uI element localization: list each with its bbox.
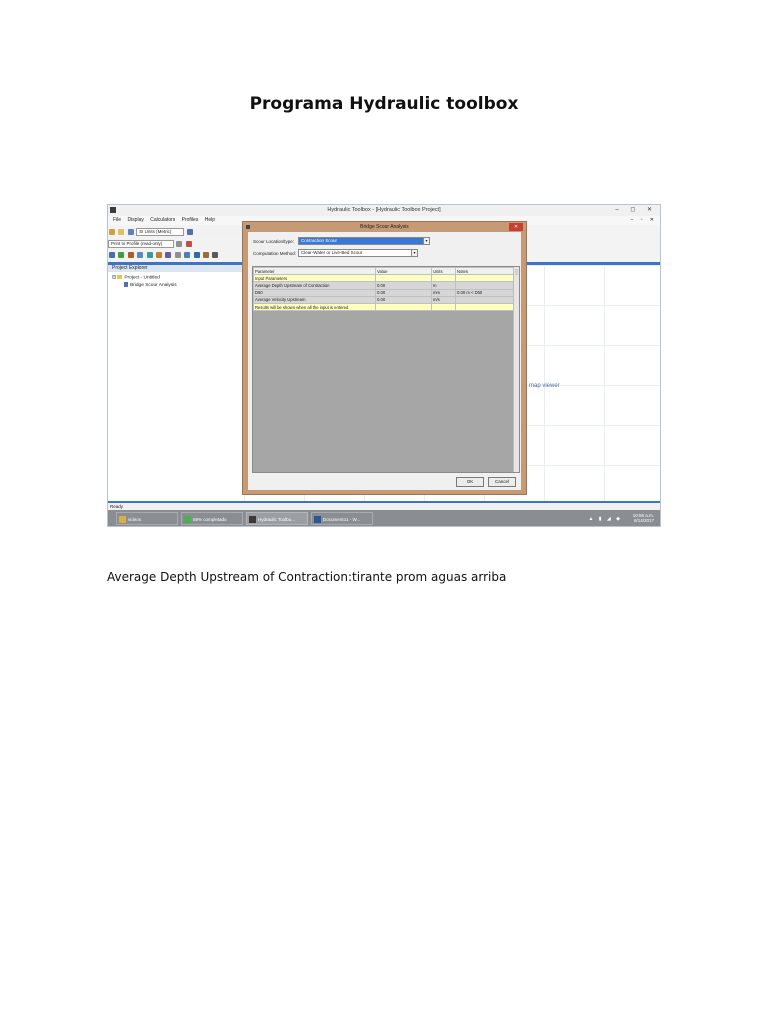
taskbar-videos[interactable]: videos (116, 512, 178, 525)
computation-method-select[interactable]: Clear-Water or Live-Bed Scour ▾ (298, 249, 418, 257)
toolbar-3 (108, 250, 244, 260)
tree-project[interactable]: ⊟ Project - Untitled (112, 275, 160, 280)
scour-location-select[interactable]: Contraction Scour ▾ (298, 237, 430, 245)
section-label: Input Parameters (253, 274, 376, 283)
toolbar-2: Print to Profile (read-only) (108, 239, 244, 249)
param-value-input[interactable]: 0.00 (375, 281, 432, 290)
download-icon (184, 516, 191, 523)
col-notes[interactable]: Notes (455, 266, 519, 276)
weir-icon[interactable] (127, 252, 134, 258)
param-name: Average Velocity Upstream (253, 295, 376, 304)
riprap-icon[interactable] (155, 252, 162, 258)
col-value[interactable]: Value (375, 266, 432, 276)
dialog-body: Scour Location/type: Contraction Scour ▾… (248, 232, 521, 490)
table-row: Average Velocity Upstream 0.00 m/s (253, 295, 519, 304)
chevron-down-icon[interactable]: ▾ (423, 238, 429, 244)
profile-icon[interactable] (185, 241, 192, 247)
curb-icon[interactable] (174, 252, 181, 258)
table-header: Parameter Value Units Notes (253, 266, 519, 276)
page-title: Programa Hydraulic toolbox (249, 94, 519, 114)
param-notes (455, 281, 519, 290)
cancel-button[interactable]: Cancel (488, 477, 516, 487)
results-note: Results will be shown when all the input… (253, 302, 376, 312)
param-units: m/s (431, 295, 456, 304)
menu-help[interactable]: Help (205, 217, 215, 223)
scour-icon[interactable] (165, 252, 172, 258)
culvert-icon[interactable] (137, 252, 144, 258)
menu-profiles[interactable]: Profiles (182, 217, 199, 223)
dropdown-icon[interactable] (176, 241, 183, 247)
parameter-table: Parameter Value Units Notes Input Parame… (253, 266, 519, 312)
calc-icon[interactable] (109, 252, 115, 258)
map-viewer-label: map viewer (529, 383, 560, 389)
explorer-header: Project Explorer (108, 265, 244, 272)
param-units: m (431, 281, 456, 290)
units-combo[interactable]: SI Units (Metric) (136, 228, 185, 236)
table-row: D50 0.00 mm 0.00 m < D50 (253, 288, 519, 297)
channel-icon[interactable] (118, 252, 125, 258)
menu-file[interactable]: File (113, 217, 121, 223)
computation-method-value: Clear-Water or Live-Bed Scour (301, 250, 363, 255)
rational-icon[interactable] (193, 252, 200, 258)
scour-location-value: Contraction Scour (301, 238, 338, 243)
menu-calculators[interactable]: Calculators (150, 217, 175, 223)
help-icon[interactable] (186, 229, 193, 235)
close-button[interactable]: ✕ (509, 223, 523, 231)
param-name: D50 (253, 288, 376, 297)
word-icon (314, 516, 321, 523)
col-parameter[interactable]: Parameter (253, 266, 376, 276)
tray-date: 6/14/2017 (633, 518, 654, 523)
project-explorer: ⊟ Project - Untitled Bridge Scour Analys… (108, 272, 244, 502)
menu-display[interactable]: Display (127, 217, 143, 223)
window-controls[interactable]: – ◻ ✕ (615, 206, 657, 213)
toolbar-1: SI Units (Metric) (108, 227, 244, 237)
taskbar: videos 69% completado Hydraulic Toolbo..… (108, 510, 660, 526)
grid-scrollbar[interactable] (513, 267, 519, 472)
taskbar-hydraulic-toolbox[interactable]: Hydraulic Toolbo... (246, 512, 308, 525)
caption: Average Depth Upstream of Contraction:ti… (107, 570, 507, 584)
mdi-controls[interactable]: – ▫ ✕ (630, 217, 657, 223)
screenshot: Hydraulic Toolbox - [Hydraulic Toolbox P… (107, 204, 661, 527)
results-row: Results will be shown when all the input… (253, 302, 519, 312)
col-units[interactable]: Units (431, 266, 456, 276)
param-value-input[interactable]: 0.00 (375, 295, 432, 304)
param-notes (455, 295, 519, 304)
app-icon (249, 516, 256, 523)
folder-icon (119, 516, 126, 523)
profile-combo[interactable]: Print to Profile (read-only) (108, 240, 174, 248)
tray-clock[interactable]: 10:58 a.m. 6/14/2017 (633, 513, 654, 523)
param-name: Average Depth Upstream of Contraction (253, 281, 376, 290)
taskbar-download[interactable]: 69% completado (181, 512, 243, 525)
scour-location-label: Scour Location/type: (253, 239, 295, 244)
hydrograph-icon[interactable] (202, 252, 209, 258)
scroll-thumb[interactable] (515, 269, 518, 275)
open-icon[interactable] (118, 229, 125, 235)
computation-method-label: Computation Method: (253, 251, 297, 256)
chevron-down-icon[interactable]: ▾ (411, 250, 417, 256)
parameter-grid: Parameter Value Units Notes Input Parame… (252, 266, 520, 473)
param-units: mm (431, 288, 456, 297)
new-icon[interactable] (109, 229, 115, 235)
dialog-title: Bridge Scour Analysis (360, 224, 409, 230)
tree-bridge-scour[interactable]: Bridge Scour Analysis (124, 282, 177, 288)
calculator-icon (124, 282, 128, 287)
inlet-icon[interactable] (184, 252, 191, 258)
param-notes: 0.00 m < D50 (455, 288, 519, 297)
table-row: Average Depth Upstream of Contraction 0.… (253, 281, 519, 290)
save-icon[interactable] (127, 229, 134, 235)
folder-icon (117, 275, 123, 279)
taskbar-word[interactable]: Documento1 - W... (311, 512, 373, 525)
tray-icons[interactable]: ▲ ▮ ◢ ◆ (588, 516, 622, 522)
bridge-scour-dialog: Bridge Scour Analysis ✕ Scour Location/t… (242, 221, 527, 495)
ok-button[interactable]: OK (456, 477, 484, 487)
filter-icon[interactable] (212, 252, 219, 258)
param-value-input[interactable]: 0.00 (375, 288, 432, 297)
window-title: Hydraulic Toolbox - [Hydraulic Toolbox P… (327, 207, 441, 213)
gutter-icon[interactable] (146, 252, 153, 258)
section-row: Input Parameters (253, 274, 519, 283)
status-bar: Ready (108, 503, 660, 510)
